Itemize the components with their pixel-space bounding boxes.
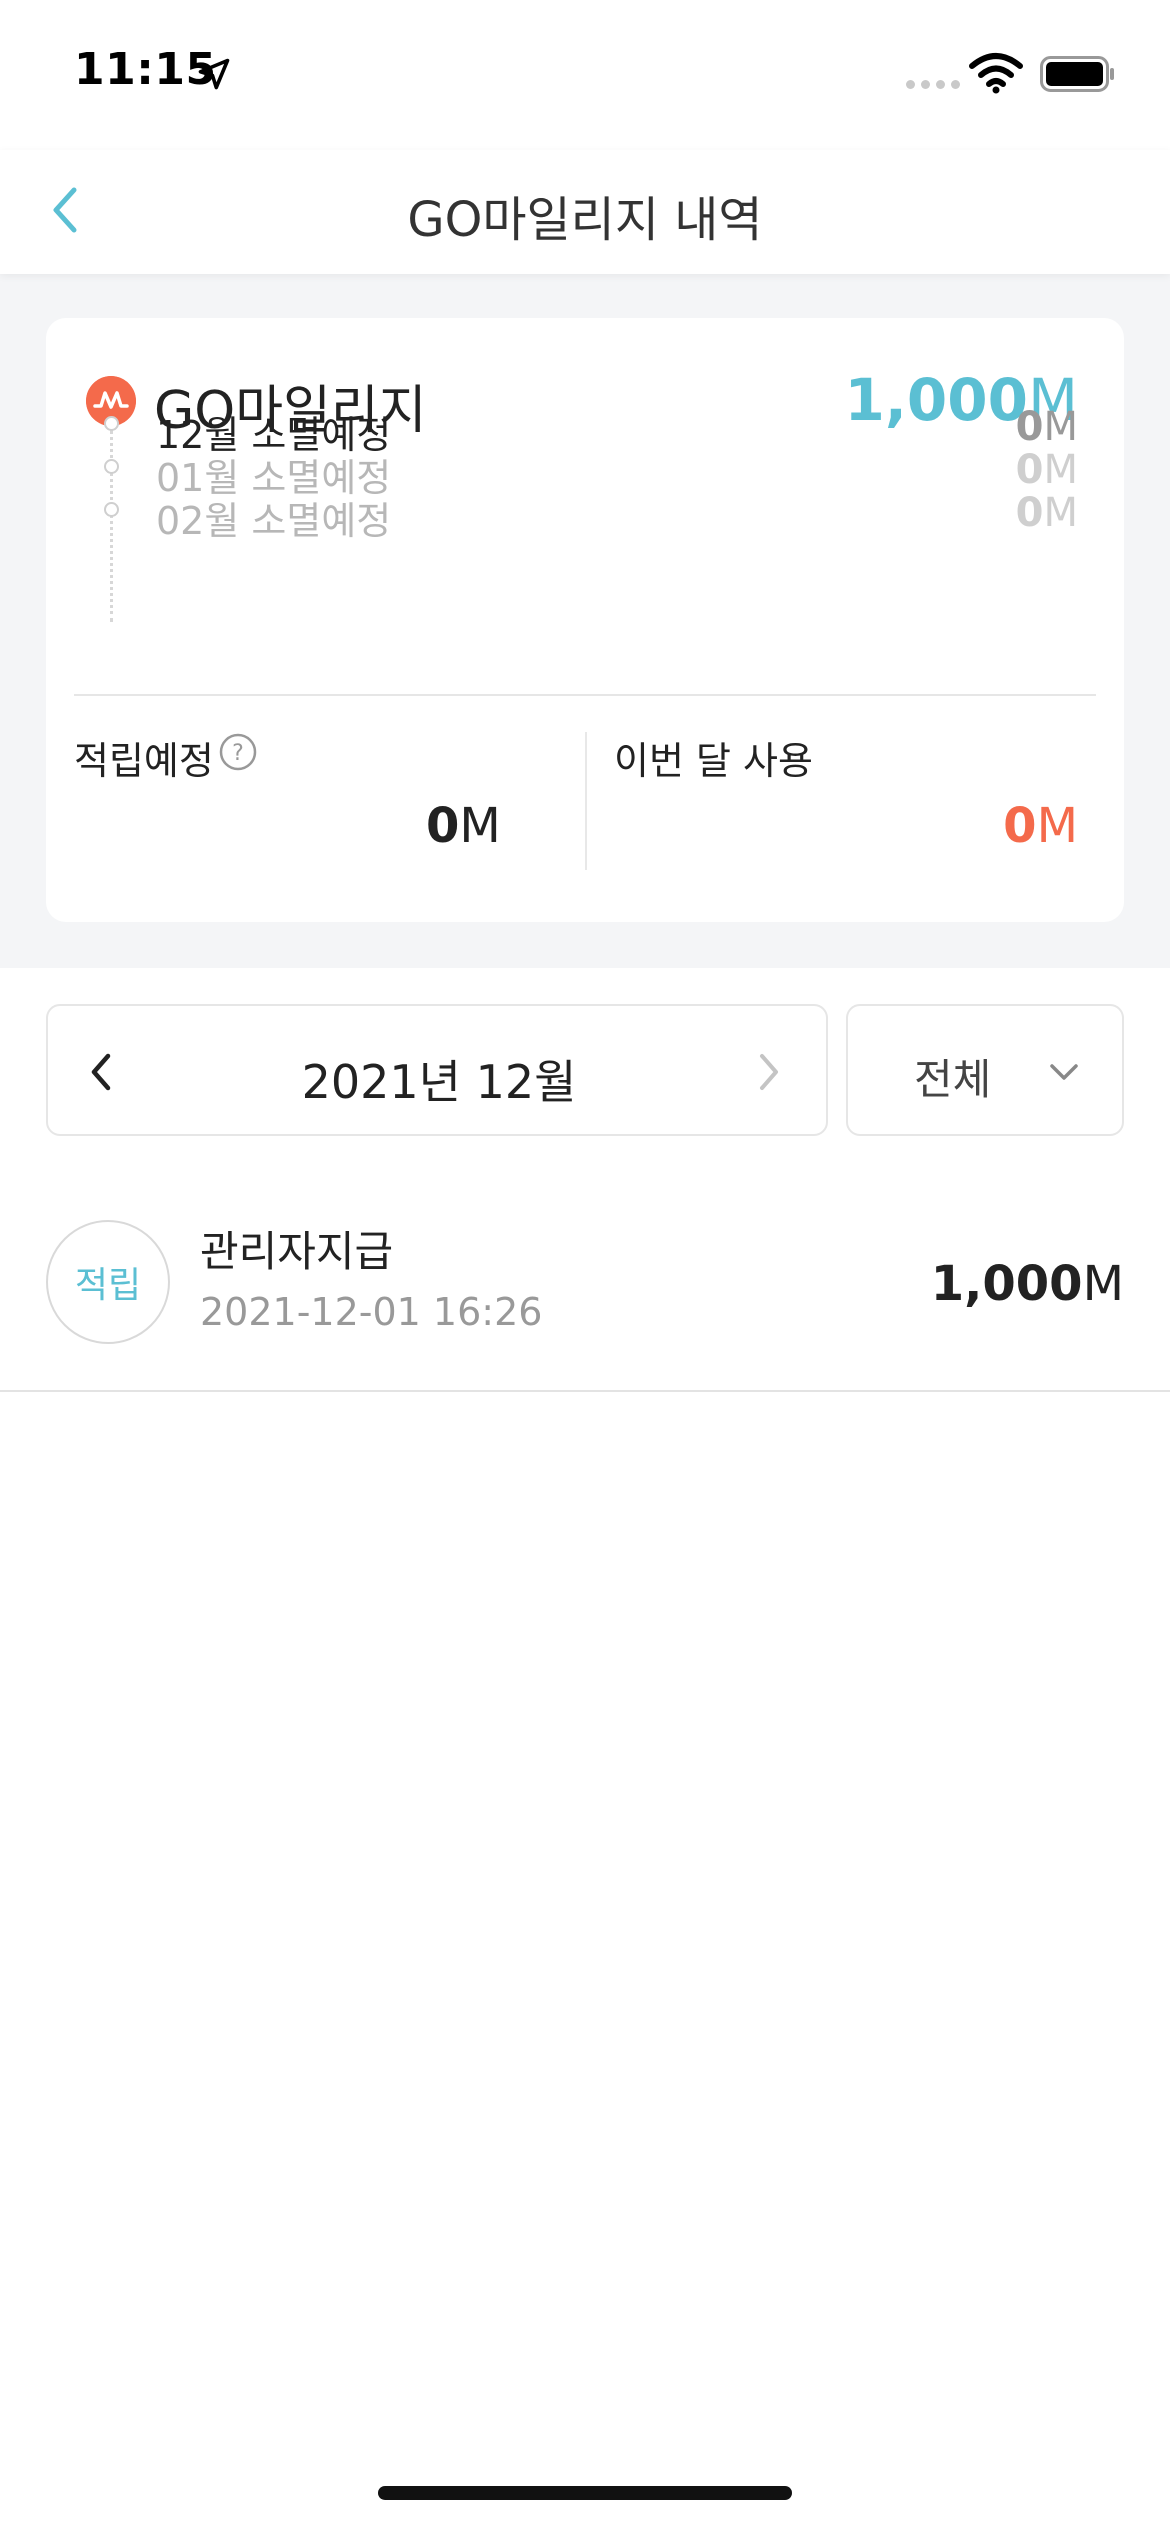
month-selector: 2021년 12월 bbox=[46, 1004, 828, 1136]
next-month-chevron-icon[interactable] bbox=[750, 1048, 786, 1096]
expiration-number: 0 bbox=[1015, 490, 1044, 536]
expiration-unit: M bbox=[1043, 490, 1078, 536]
expiration-number: 0 bbox=[1015, 447, 1044, 493]
pending-number: 0 bbox=[426, 798, 460, 854]
location-arrow-icon bbox=[198, 58, 230, 90]
type-filter-dropdown[interactable]: 전체 bbox=[846, 1004, 1124, 1136]
transaction-type-badge: 적립 bbox=[46, 1220, 170, 1344]
expiration-unit: M bbox=[1043, 404, 1078, 450]
timeline-dot bbox=[104, 459, 119, 474]
pending-unit: M bbox=[459, 798, 501, 854]
type-filter-label: 전체 bbox=[914, 1055, 992, 1104]
vertical-divider bbox=[585, 732, 587, 870]
pending-value: 0M bbox=[426, 798, 501, 854]
transaction-list-item[interactable]: 적립 관리자지급 2021-12-01 16:26 1,000M bbox=[0, 1180, 1170, 1392]
timeline-dot bbox=[104, 502, 119, 517]
expiration-label: 02월 소멸예정 bbox=[156, 499, 392, 543]
timeline-dot bbox=[104, 416, 119, 431]
chevron-down-icon bbox=[1050, 1064, 1078, 1080]
home-indicator[interactable] bbox=[378, 2486, 792, 2500]
mileage-total-number: 1,000 bbox=[844, 366, 1028, 434]
wifi-icon bbox=[969, 53, 1023, 94]
expiration-value: 0M bbox=[1016, 490, 1078, 536]
navigation-bar: GO마일리지 내역 bbox=[0, 150, 1170, 274]
transaction-title: 관리자지급 bbox=[200, 1227, 394, 1276]
help-icon[interactable]: ? bbox=[218, 732, 258, 772]
current-month-label: 2021년 12월 bbox=[301, 1055, 577, 1109]
used-this-month-label: 이번 달 사용 bbox=[614, 739, 813, 783]
expiration-value: 0M bbox=[1016, 447, 1078, 493]
used-number: 0 bbox=[1003, 798, 1037, 854]
transaction-amount-number: 1,000 bbox=[930, 1256, 1083, 1312]
card-divider bbox=[74, 694, 1096, 696]
expiration-number: 0 bbox=[1015, 404, 1044, 450]
expiration-unit: M bbox=[1043, 447, 1078, 493]
page-title: GO마일리지 내역 bbox=[407, 192, 763, 248]
expiration-value: 0M bbox=[1016, 404, 1078, 450]
mileage-summary-card: GO마일리지 1,000M 12월 소멸예정 0M 01월 소멸예정 0M 02… bbox=[46, 318, 1124, 922]
transaction-date: 2021-12-01 16:26 bbox=[200, 1290, 543, 1334]
summary-section: GO마일리지 1,000M 12월 소멸예정 0M 01월 소멸예정 0M 02… bbox=[0, 274, 1170, 968]
pending-label: 적립예정 bbox=[74, 739, 214, 783]
transaction-amount-unit: M bbox=[1082, 1256, 1124, 1312]
status-bar: 11:15 bbox=[0, 0, 1170, 150]
used-this-month-value: 0M bbox=[1003, 798, 1078, 854]
battery-icon bbox=[1040, 56, 1114, 92]
cellular-signal-icon bbox=[906, 80, 960, 89]
svg-text:?: ? bbox=[232, 741, 244, 766]
transaction-amount: 1,000M bbox=[931, 1256, 1124, 1312]
used-unit: M bbox=[1036, 798, 1078, 854]
